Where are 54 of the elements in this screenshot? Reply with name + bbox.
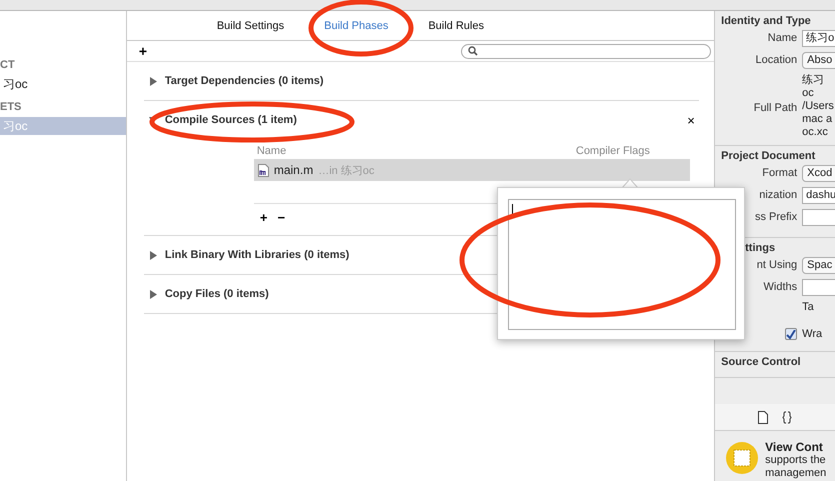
path-text: 练习oc [802,74,826,100]
search-field[interactable] [461,44,712,58]
phase-title[interactable]: Target Dependencies (0 items) [164,75,324,87]
section-header: ETS [0,100,22,115]
disclosure-triangle-icon[interactable] [148,290,157,298]
disclosure-triangle-icon[interactable] [148,250,157,260]
source-file-icon [258,164,269,176]
file-row[interactable]: main.m …in 练习oc [254,159,690,181]
popup-button[interactable]: Xcod [802,165,835,182]
field-label: Full Path [752,101,798,116]
flags-text-area[interactable] [508,199,736,330]
file-location: …in 练习oc [318,164,374,178]
field-label: nt Using [756,258,798,273]
file-name: main.m [274,163,314,177]
file-icon[interactable] [758,410,768,424]
checkbox-label: Wra [802,328,822,340]
field-label: Name [766,31,798,46]
section-title: Source Control [721,355,802,370]
column-header: Compiler Flags [576,145,650,157]
popup-button[interactable]: Spac [802,257,835,274]
section-title: ttings [744,241,776,256]
path-text: mac a [802,113,834,126]
braces-icon[interactable] [782,410,792,424]
remove-button[interactable]: − [277,210,286,225]
library-item-title: View Cont [765,441,824,454]
disclosure-triangle-icon[interactable] [148,76,157,86]
add-button[interactable]: + [134,43,152,59]
section-title: Identity and Type [721,14,812,29]
tab[interactable]: Build Settings [196,11,304,40]
field-label: Widths [762,280,798,295]
phase-title[interactable]: Compile Sources (1 item) [164,114,297,126]
target-item[interactable]: 习oc [0,75,126,93]
popup-button[interactable]: Abso [802,52,835,69]
phase-title[interactable]: Link Binary With Libraries (0 items) [164,249,350,261]
add-button[interactable]: + [260,210,268,225]
field-label: Location [754,53,798,68]
tab[interactable]: Build Phases [304,11,408,40]
section-title: Project Document [721,149,816,164]
delete-button[interactable]: × [683,112,699,128]
tab[interactable]: Build Rules [408,11,504,40]
field-label: Format [761,166,798,181]
field-label: nization [758,188,798,203]
phase-title[interactable]: Copy Files (0 items) [164,288,269,300]
text-field[interactable]: 练习o [802,30,835,47]
library-item-description: supports the [765,454,826,467]
path-text: /Users [802,100,834,113]
column-header: Name [256,145,286,157]
path-text: Ta [802,301,814,314]
field-label: ss Prefix [754,210,798,225]
checkbox[interactable] [785,328,798,340]
path-text: oc.xc [802,126,829,139]
library-item-description: managemen [765,467,826,480]
section-header: CT [0,58,16,73]
search-icon [468,46,478,56]
